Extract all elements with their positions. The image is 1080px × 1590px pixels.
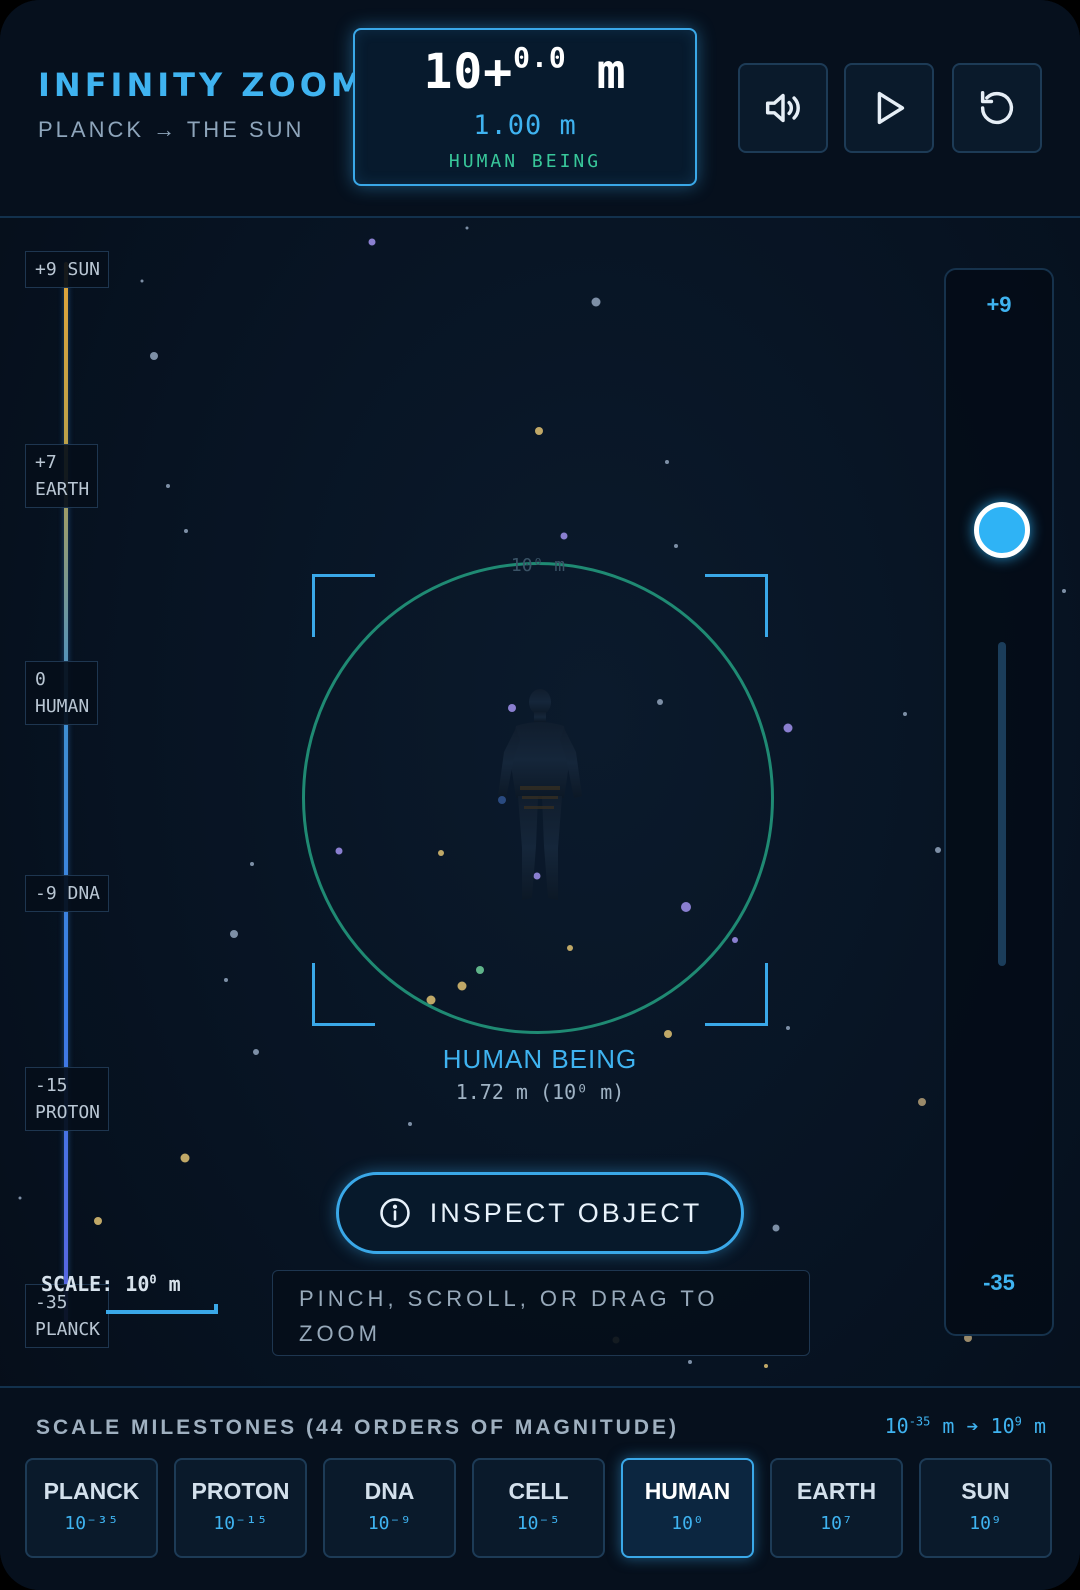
zoom-hint: PINCH, SCROLL, OR DRAG TO ZOOM <box>272 1270 810 1356</box>
scale-readout: 10+0.0 m 1.00 m HUMAN BEING <box>353 28 697 186</box>
scale-marker-earth[interactable]: +7 EARTH <box>25 444 99 508</box>
scale-caption: SCALE: 100 m <box>41 1272 181 1296</box>
readout-meters: 1.00 m <box>473 110 577 141</box>
scale-bar <box>106 1304 218 1314</box>
header: INFINITY ZOOM PLANCK → THE SUN 10+0.0 m … <box>0 0 1080 218</box>
frame-corner <box>705 574 768 637</box>
readout-exponent-value: 0.0 <box>513 41 567 74</box>
reset-button[interactable] <box>952 63 1042 153</box>
scale-marker-dna[interactable]: -9 DNA <box>25 875 110 912</box>
scale-marker-proton[interactable]: -15 PROTON <box>25 1067 110 1131</box>
info-icon <box>379 1198 410 1228</box>
sound-button[interactable] <box>738 63 828 153</box>
milestone-exponent: 10⁻⁹ <box>367 1513 412 1534</box>
scale-marker-human[interactable]: 0 HUMAN <box>25 661 99 725</box>
milestone-exponent: 10⁰ <box>671 1513 704 1534</box>
range-to-exp: 9 <box>1014 1414 1022 1429</box>
milestone-sun[interactable]: SUN 10⁹ <box>919 1458 1052 1558</box>
human-silhouette-icon <box>498 689 582 900</box>
scale-caption-prefix: SCALE: 10 <box>41 1272 150 1296</box>
milestone-planck[interactable]: PLANCK 10⁻³⁵ <box>25 1458 158 1558</box>
scale-marker-sun[interactable]: +9 SUN <box>25 251 110 288</box>
object-size: 1.72 m (10⁰ m) <box>455 1080 625 1104</box>
milestones-panel: SCALE MILESTONES (44 ORDERS OF MAGNITUDE… <box>0 1386 1080 1590</box>
zoom-slider-thumb[interactable] <box>974 502 1030 558</box>
frame-corner <box>705 963 768 1026</box>
milestone-cell[interactable]: CELL 10⁻⁵ <box>472 1458 605 1558</box>
range-from-base: 10 <box>884 1414 909 1438</box>
milestone-name: SUN <box>961 1478 1010 1504</box>
reset-icon <box>980 90 1014 125</box>
milestone-exponent: 10⁹ <box>969 1513 1002 1534</box>
scale-rail <box>64 262 68 1322</box>
milestone-earth[interactable]: EARTH 10⁷ <box>770 1458 903 1558</box>
readout-exponent: 10+0.0 m <box>355 41 695 100</box>
inspect-object-label: INSPECT OBJECT <box>429 1197 703 1228</box>
app-frame: INFINITY ZOOM PLANCK → THE SUN 10+0.0 m … <box>0 0 1080 1590</box>
zoom-slider-panel: +9 -35 <box>944 268 1054 1336</box>
zoom-slider-track[interactable] <box>998 642 1006 966</box>
milestone-exponent: 10⁷ <box>820 1513 853 1534</box>
speaker-icon <box>765 93 800 123</box>
milestone-proton[interactable]: PROTON 10⁻¹⁵ <box>174 1458 307 1558</box>
ring-label: 10⁰ m <box>510 555 566 576</box>
milestone-name: EARTH <box>796 1478 877 1504</box>
app-subtitle: PLANCK → THE SUN <box>38 117 305 142</box>
app-title: INFINITY ZOOM <box>38 66 367 104</box>
readout-base: 10+ <box>423 44 514 100</box>
milestone-dna[interactable]: DNA 10⁻⁹ <box>323 1458 456 1558</box>
milestone-name: PROTON <box>191 1478 290 1504</box>
inspect-object-button[interactable]: INSPECT OBJECT <box>336 1172 744 1254</box>
milestone-list: PLANCK 10⁻³⁵ PROTON 10⁻¹⁵ DNA 10⁻⁹ CELL … <box>25 1458 1057 1558</box>
object-viewport[interactable]: 10⁰ m <box>300 555 780 1040</box>
readout-unit: m <box>596 44 627 100</box>
zoom-max-label: +9 <box>986 292 1012 317</box>
play-button[interactable] <box>844 63 934 153</box>
scale-caption-exponent: 0 <box>149 1272 157 1287</box>
milestone-name: PLANCK <box>43 1478 140 1504</box>
frame-corner <box>312 963 375 1026</box>
milestone-name: DNA <box>364 1478 415 1504</box>
object-name: HUMAN BEING <box>442 1044 638 1074</box>
scale-caption-unit: m <box>156 1272 181 1296</box>
range-mid: m ➔ 10 <box>930 1414 1015 1438</box>
readout-object-name: HUMAN BEING <box>448 151 602 172</box>
play-icon <box>877 91 905 125</box>
milestones-title: SCALE MILESTONES (44 ORDERS OF MAGNITUDE… <box>36 1416 679 1439</box>
milestone-exponent: 10⁻³⁵ <box>64 1513 119 1534</box>
frame-corner <box>312 574 375 637</box>
milestone-name: CELL <box>508 1478 569 1504</box>
milestone-human[interactable]: HUMAN 10⁰ <box>621 1458 754 1558</box>
milestone-name: HUMAN <box>644 1478 731 1504</box>
milestone-exponent: 10⁻¹⁵ <box>213 1513 268 1534</box>
range-from-exp: -35 <box>908 1414 931 1429</box>
milestone-exponent: 10⁻⁵ <box>516 1513 561 1534</box>
range-unit: m <box>1021 1414 1046 1438</box>
zoom-min-label: -35 <box>983 1270 1015 1295</box>
milestones-range: 10-35 m ➔ 109 m <box>885 1414 1046 1438</box>
